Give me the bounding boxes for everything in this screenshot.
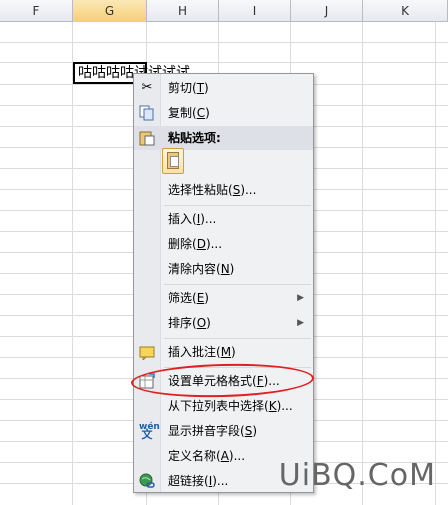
menu-header-paste-options: 粘贴选项:	[134, 126, 313, 150]
hyperlink-globe-icon	[139, 473, 155, 489]
paste-icon	[139, 130, 155, 146]
comment-icon	[139, 344, 155, 362]
column-header-h[interactable]: H	[147, 0, 219, 22]
submenu-arrow-icon: ▶	[297, 293, 304, 303]
menu-item-sort[interactable]: 排序(O) ▶	[134, 311, 313, 335]
column-header-bar: F G H I J K	[0, 0, 448, 22]
column-header-g[interactable]: G	[73, 0, 147, 22]
scissors-icon: ✂	[141, 80, 153, 95]
menu-separator	[164, 338, 311, 339]
menu-item-paste-special[interactable]: 选择性粘贴(S)...	[134, 178, 313, 202]
watermark-text: UiBQ.CoM	[278, 458, 436, 493]
menu-item-cut[interactable]: ✂ 剪切(T)	[134, 76, 313, 100]
menu-separator	[164, 205, 311, 206]
menu-item-delete[interactable]: 删除(D)...	[134, 232, 313, 256]
column-header-j[interactable]: J	[291, 0, 363, 22]
column-header-k[interactable]: K	[363, 0, 448, 22]
menu-item-show-phonetic[interactable]: wén 文 显示拼音字段(S)	[134, 419, 313, 443]
phonetic-icon: wén 文	[139, 422, 160, 441]
menu-item-clear-contents[interactable]: 清除内容(N)	[134, 257, 313, 281]
menu-item-pick-from-list[interactable]: 从下拉列表中选择(K)...	[134, 394, 313, 418]
menu-item-insert[interactable]: 插入(I)...	[134, 207, 313, 231]
menu-separator	[164, 284, 311, 285]
menu-item-insert-comment[interactable]: 插入批注(M)	[134, 340, 313, 364]
paste-default-button[interactable]	[162, 148, 184, 174]
submenu-arrow-icon: ▶	[297, 318, 304, 328]
copy-icon	[139, 105, 155, 121]
menu-item-copy[interactable]: 复制(C)	[134, 101, 313, 125]
column-header-f[interactable]: F	[0, 0, 73, 22]
context-menu: ✂ 剪切(T) 复制(C) 粘贴选项: 选择性粘贴(S)... 插入(I)...…	[133, 73, 314, 493]
menu-item-filter[interactable]: 筛选(E) ▶	[134, 286, 313, 310]
column-header-i[interactable]: I	[219, 0, 291, 22]
